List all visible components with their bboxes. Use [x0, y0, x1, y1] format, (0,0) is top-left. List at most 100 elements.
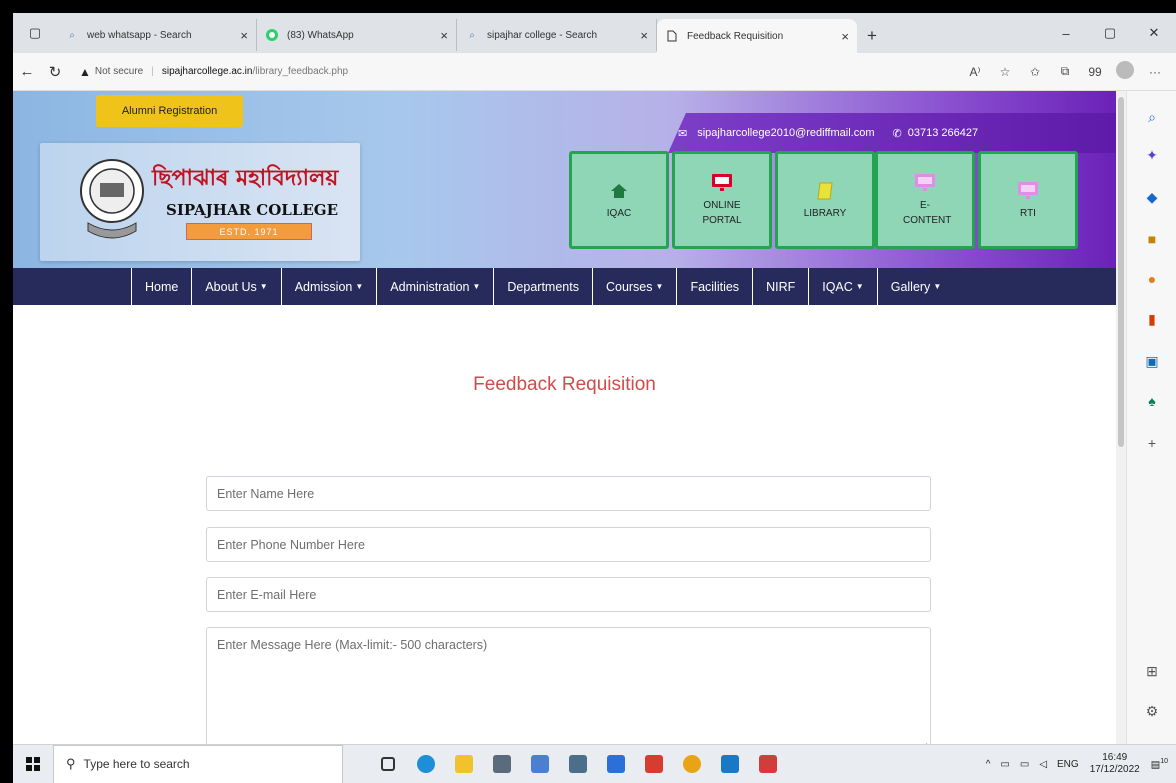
- clock[interactable]: 16:49 17/12/2022: [1090, 752, 1140, 776]
- quick-link-label: ONLINE PORTAL: [702, 200, 742, 226]
- nav-courses[interactable]: Courses ▼: [591, 268, 676, 305]
- monitor-icon: [1017, 180, 1039, 202]
- url-path: /library_feedback.php: [252, 66, 349, 77]
- nav-label: IQAC: [822, 279, 853, 294]
- nav-departments[interactable]: Departments: [493, 268, 592, 305]
- nav-iqac[interactable]: IQAC ▼: [808, 268, 876, 305]
- office-icon[interactable]: ▮: [1127, 311, 1176, 328]
- file-explorer-icon[interactable]: [447, 747, 481, 781]
- restore-button[interactable]: ▢: [1088, 13, 1132, 53]
- contact-email[interactable]: sipajharcollege2010@rediffmail.com: [697, 127, 874, 139]
- games-icon[interactable]: ●: [1127, 271, 1176, 287]
- nav-nirf[interactable]: NIRF: [752, 268, 808, 305]
- email-input[interactable]: [207, 578, 930, 611]
- settings-icon[interactable]: ⚙: [1127, 703, 1176, 720]
- refresh-button[interactable]: ↻: [41, 63, 69, 81]
- extension-icon[interactable]: 99: [1080, 65, 1110, 79]
- phone-input[interactable]: [207, 528, 930, 561]
- profile-avatar[interactable]: [1110, 61, 1140, 82]
- quick-link-library[interactable]: LIBRARY: [775, 151, 875, 249]
- search-icon[interactable]: ⌕: [1127, 109, 1176, 126]
- quick-link-e-content[interactable]: E-CONTENT: [875, 151, 975, 249]
- tab-actions-icon[interactable]: ▢: [13, 13, 57, 53]
- close-icon[interactable]: ×: [240, 28, 248, 43]
- edge-icon[interactable]: [409, 747, 443, 781]
- chrome-icon[interactable]: [675, 747, 709, 781]
- url-field[interactable]: ▲ Not secure | sipajharcollege.ac.in/lib…: [79, 65, 960, 79]
- close-icon[interactable]: ×: [841, 29, 849, 44]
- nav-admission[interactable]: Admission ▼: [280, 268, 377, 305]
- close-icon[interactable]: ×: [640, 28, 648, 43]
- chevron-up-icon[interactable]: ^: [986, 759, 991, 770]
- monitor-icon: [711, 172, 733, 194]
- message-field-wrap: ◢: [206, 627, 931, 744]
- sparkle-icon[interactable]: ✦: [1127, 147, 1176, 164]
- volume-icon[interactable]: ◁: [1039, 759, 1047, 770]
- calculator-icon[interactable]: [561, 747, 595, 781]
- windows-start-icon[interactable]: [13, 745, 53, 783]
- photos-icon[interactable]: [713, 747, 747, 781]
- quick-link-iqac[interactable]: IQAC: [569, 151, 669, 249]
- notification-icon[interactable]: ▤10: [1151, 758, 1168, 770]
- office-app-icon[interactable]: [637, 747, 671, 781]
- nav-label: About Us: [205, 279, 257, 294]
- task-view-icon[interactable]: [371, 747, 405, 781]
- contact-bar: ✉ sipajharcollege2010@rediffmail.com ✆ 0…: [668, 113, 1116, 153]
- network-icon[interactable]: ▭: [1000, 759, 1009, 770]
- back-button[interactable]: ←: [13, 63, 41, 80]
- message-textarea[interactable]: [207, 628, 930, 744]
- more-icon[interactable]: ···: [1140, 65, 1170, 79]
- screen: ▢ ⌕ web whatsapp - Search × (83) WhatsAp…: [13, 13, 1176, 783]
- notes-icon[interactable]: [485, 747, 519, 781]
- quick-link-online-portal[interactable]: ONLINE PORTAL: [672, 151, 772, 249]
- browser-tab[interactable]: ⌕ sipajhar college - Search ×: [457, 19, 657, 51]
- collections-icon[interactable]: ⧉: [1050, 64, 1080, 79]
- favorite-icon[interactable]: ☆: [990, 65, 1020, 79]
- contact-phone[interactable]: 03713 266427: [908, 127, 978, 139]
- read-aloud-icon[interactable]: A⁾: [960, 65, 990, 79]
- outlook-icon[interactable]: ▣: [1127, 353, 1176, 370]
- nav-home[interactable]: Home: [131, 268, 191, 305]
- favorites-icon[interactable]: ✩: [1020, 65, 1050, 79]
- browser-tab-active[interactable]: Feedback Requisition ×: [657, 19, 857, 53]
- alumni-registration-button[interactable]: Alumni Registration: [96, 95, 243, 127]
- toolbox-icon[interactable]: ■: [1127, 231, 1176, 247]
- name-input[interactable]: [207, 477, 930, 510]
- nav-facilities[interactable]: Facilities: [676, 268, 752, 305]
- display-icon[interactable]: ▭: [1020, 759, 1029, 770]
- college-logo[interactable]: ছিপাঝাৰ মহাবিদ্যালয় SIPAJHAR COLLEGE ES…: [40, 143, 360, 261]
- quick-link-rti[interactable]: RTI: [978, 151, 1078, 249]
- browser-tab[interactable]: ⌕ web whatsapp - Search ×: [57, 19, 257, 51]
- clock-date: 17/12/2022: [1089, 764, 1140, 775]
- caret-down-icon: ▼: [655, 282, 664, 291]
- paint-icon[interactable]: [523, 747, 557, 781]
- snip-icon[interactable]: [751, 747, 785, 781]
- taskbar-search[interactable]: ⚲ Type here to search: [53, 744, 343, 783]
- not-secure-label[interactable]: Not secure: [95, 66, 143, 77]
- browser-tab[interactable]: (83) WhatsApp ×: [257, 19, 457, 51]
- close-window-button[interactable]: ✕: [1132, 13, 1176, 53]
- nav-gallery[interactable]: Gallery ▼: [876, 268, 955, 305]
- main-nav: Home About Us ▼ Admission ▼ Administration ▼ De…: [13, 268, 1116, 305]
- add-icon[interactable]: +: [1127, 435, 1176, 451]
- nav-label: Departments: [507, 279, 579, 294]
- tag-icon[interactable]: ◆: [1127, 189, 1176, 206]
- calendar-icon[interactable]: [599, 747, 633, 781]
- layout-icon[interactable]: ⊞: [1127, 663, 1176, 680]
- system-tray: ^ ▭ ▭ ◁ ENG 16:49 17/12/2022 ▤10: [981, 752, 1176, 776]
- nav-label: Gallery: [890, 279, 931, 294]
- new-tab-button[interactable]: +: [857, 19, 887, 53]
- minimize-button[interactable]: –: [1044, 13, 1088, 53]
- close-icon[interactable]: ×: [440, 28, 448, 43]
- nav-administration[interactable]: Administration ▼: [376, 268, 493, 305]
- caret-down-icon: ▼: [472, 282, 481, 291]
- monitor-icon: [914, 172, 936, 194]
- site-header: Alumni Registration ✉ sipajharcollege201…: [13, 91, 1116, 268]
- quick-link-label: IQAC: [606, 207, 632, 219]
- caret-down-icon: ▼: [259, 282, 268, 291]
- tree-icon[interactable]: ♠: [1127, 393, 1176, 409]
- scrollbar-thumb[interactable]: [1118, 97, 1124, 447]
- nav-about-us[interactable]: About Us ▼: [191, 268, 280, 305]
- language-indicator[interactable]: ENG: [1057, 759, 1079, 770]
- page-scrollbar[interactable]: [1116, 91, 1126, 744]
